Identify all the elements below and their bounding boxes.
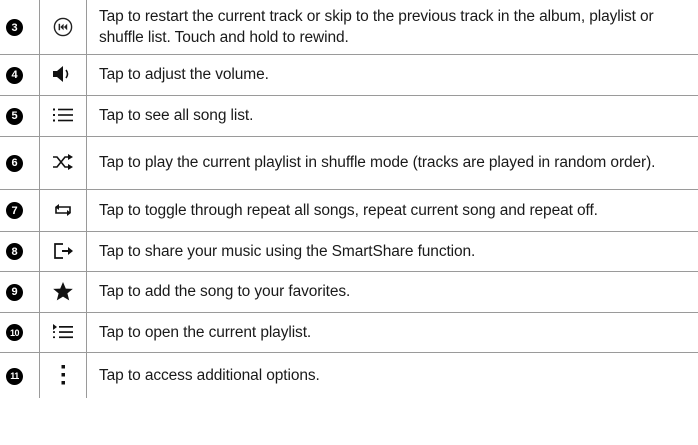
shuffle-icon	[53, 154, 73, 171]
share-icon	[54, 243, 73, 259]
star-icon	[53, 282, 73, 301]
row-number-badge: 5	[6, 107, 23, 125]
row-number-badge: 7	[6, 202, 23, 220]
table-row: 7 Tap to toggle through repeat all songs…	[0, 188, 698, 232]
playlist-icon	[53, 323, 73, 338]
controls-table: 3 Tap to restart the current track or sk…	[0, 0, 698, 398]
table-row: 10 Tap to open the current playlist.	[0, 311, 698, 353]
volume-icon	[53, 66, 69, 83]
table-row: 3 Tap to restart the current track or sk…	[0, 0, 698, 55]
table-row: 9 Tap to add the song to your favorites.	[0, 270, 698, 313]
row-description: Tap to see all song list.	[86, 94, 698, 137]
table-row: 5 Tap to see all song list.	[0, 94, 698, 137]
row-description: Tap to restart the current track or skip…	[86, 0, 698, 55]
row-description: Tap to access additional options.	[86, 351, 698, 398]
song-list-icon	[53, 108, 73, 122]
row-description: Tap to toggle through repeat all songs, …	[86, 188, 698, 232]
row-number-badge: 9	[6, 283, 23, 301]
row-description: Tap to add the song to your favorites.	[86, 270, 698, 313]
row-description: Tap to share your music using the SmartS…	[86, 230, 698, 272]
table-row: 6 Tap to play the current playlist in sh…	[0, 135, 698, 190]
repeat-icon	[55, 203, 71, 216]
row-number-badge: 11	[6, 367, 23, 385]
table-row: 8 Tap to share your music using the Smar…	[0, 230, 698, 272]
row-number-badge: 4	[6, 66, 23, 84]
row-number-badge: 10	[6, 324, 23, 342]
table-row: 4 Tap to adjust the volume.	[0, 53, 698, 96]
row-number-badge: 6	[6, 154, 23, 172]
more-options-icon	[61, 365, 65, 385]
row-description: Tap to open the current playlist.	[86, 311, 698, 353]
row-number-badge: 8	[6, 243, 23, 261]
previous-track-icon	[53, 17, 73, 37]
row-description: Tap to adjust the volume.	[86, 53, 698, 96]
table-row: 11 Tap to access additional options.	[0, 351, 698, 398]
row-description: Tap to play the current playlist in shuf…	[86, 135, 698, 190]
row-number-badge: 3	[6, 19, 23, 36]
